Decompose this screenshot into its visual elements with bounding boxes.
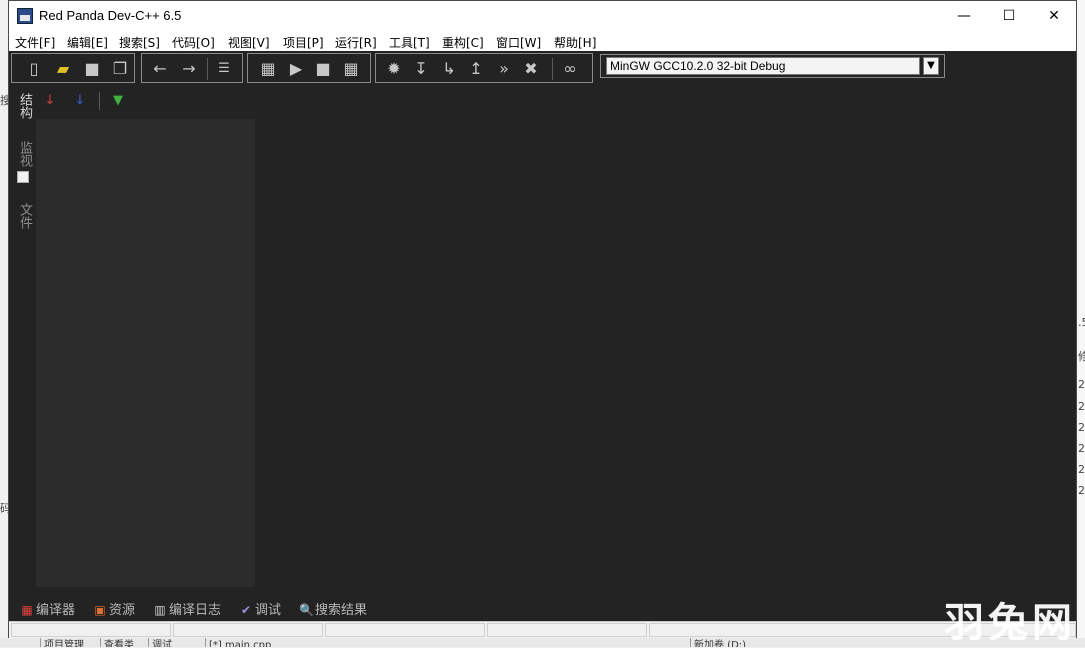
- status-bar: [9, 621, 1076, 639]
- bg-fragment: 2: [1078, 442, 1085, 455]
- status-cell: [487, 623, 647, 637]
- stop-icon[interactable]: ■: [311, 57, 335, 81]
- run-play-icon[interactable]: ▶: [284, 57, 308, 81]
- add-watch-glasses-icon[interactable]: ∞: [558, 57, 582, 81]
- bg-fragment: 2: [1078, 484, 1085, 497]
- toolbar-separator: [99, 92, 100, 110]
- open-folder-icon[interactable]: ▰: [51, 57, 75, 81]
- watermark-text: 羽兔网: [944, 600, 1076, 646]
- sort-alpha-icon[interactable]: ↓: [70, 91, 90, 111]
- bg-fragment: 2: [1078, 378, 1085, 391]
- side-tab-structure[interactable]: 结构: [12, 93, 34, 119]
- step-into-icon[interactable]: ↳: [437, 57, 461, 81]
- close-button[interactable]: ✕: [1031, 1, 1077, 31]
- app-icon: [17, 8, 33, 24]
- menu-edit[interactable]: 编辑[E]: [67, 34, 108, 51]
- undo-arrow-icon[interactable]: ←: [148, 57, 172, 81]
- menu-project[interactable]: 项目[P]: [283, 34, 324, 51]
- rebuild-icon[interactable]: ▦: [339, 57, 363, 81]
- minimize-button[interactable]: —: [941, 1, 987, 31]
- show-inherited-icon[interactable]: ▼: [108, 91, 128, 111]
- status-cell: [11, 623, 171, 637]
- menu-code[interactable]: 代码[O]: [172, 34, 215, 51]
- bottom-tab-bar: ▦ 编译器 ▣ 资源 ▥ 编译日志 ✔ 调试 🔍搜索结果: [9, 597, 1076, 619]
- edit-toolbar-group: ← → ☰: [141, 53, 243, 83]
- sort-by-type-icon[interactable]: ↓: [40, 91, 60, 111]
- bg-fragment: 2: [1078, 463, 1085, 476]
- status-cell: [325, 623, 485, 637]
- compiler-set-select[interactable]: MinGW GCC10.2.0 32-bit Debug: [606, 57, 920, 75]
- structure-toolbar: ↓ ↓ ▼: [36, 89, 266, 115]
- structure-panel: [36, 119, 255, 587]
- bg-tab: [*] main.cpp: [205, 638, 289, 647]
- debug-bug-icon[interactable]: ✹: [382, 57, 406, 81]
- maximize-button[interactable]: ☐: [986, 1, 1032, 31]
- chevron-down-icon[interactable]: ▼: [923, 57, 939, 75]
- menu-run[interactable]: 运行[R]: [335, 34, 377, 51]
- bg-tab: 查看类: [100, 638, 148, 647]
- save-all-icon[interactable]: ❐: [108, 57, 132, 81]
- bg-tab: 新加卷 (D:): [690, 638, 784, 647]
- menu-view[interactable]: 视图[V]: [228, 34, 270, 51]
- background-tab-strip: 项目管理 查看类 调试 [*] main.cpp 新加卷 (D:): [0, 638, 1085, 647]
- redo-arrow-icon[interactable]: →: [177, 57, 201, 81]
- status-cell: [173, 623, 323, 637]
- compiler-icon: ▦: [21, 603, 33, 617]
- checkmark-icon: ✔: [240, 603, 252, 617]
- watch-window-icon: [17, 171, 29, 183]
- side-tab-watch[interactable]: 监视: [12, 141, 34, 167]
- bg-tab: 调试: [148, 638, 192, 647]
- continue-icon[interactable]: »: [492, 57, 516, 81]
- compiler-toolbar-group: MinGW GCC10.2.0 32-bit Debug ▼: [600, 54, 945, 78]
- menu-help[interactable]: 帮助[H]: [554, 34, 596, 51]
- toolbar-separator: [552, 58, 553, 80]
- compile-icon[interactable]: ▦: [256, 57, 280, 81]
- side-tab-files[interactable]: 文件: [12, 203, 34, 229]
- save-icon[interactable]: ■: [80, 57, 104, 81]
- format-code-icon[interactable]: ☰: [212, 57, 236, 81]
- tab-resources[interactable]: ▣ 资源: [93, 599, 135, 618]
- main-window: Red Panda Dev-C++ 6.5 — ☐ ✕ 文件[F] 编辑[E] …: [8, 0, 1077, 639]
- step-out-icon[interactable]: ↥: [464, 57, 488, 81]
- bg-fragment: 2: [1078, 400, 1085, 413]
- stop-debug-x-icon[interactable]: ✖: [519, 57, 543, 81]
- compile-toolbar-group: ▦ ▶ ■ ▦: [247, 53, 371, 83]
- new-file-icon[interactable]: ▯: [22, 57, 46, 81]
- step-over-icon[interactable]: ↧: [409, 57, 433, 81]
- tab-debug[interactable]: ✔ 调试: [239, 599, 281, 618]
- menu-window[interactable]: 窗口[W]: [496, 34, 541, 51]
- search-doc-icon: 🔍: [299, 603, 314, 617]
- menu-refactor[interactable]: 重构[C]: [442, 34, 484, 51]
- background-window-edge: .5 修 2 2 2 2 2 2: [1077, 0, 1085, 638]
- menu-tools[interactable]: 工具[T]: [389, 34, 430, 51]
- bg-tab: 项目管理: [40, 638, 96, 647]
- toolbar-separator: [207, 58, 208, 80]
- tab-compile-log[interactable]: ▥ 编译日志: [153, 599, 221, 618]
- debug-toolbar-group: ✹ ↧ ↳ ↥ » ✖ ∞: [375, 53, 593, 83]
- tab-search-results[interactable]: 🔍搜索结果: [299, 599, 367, 618]
- title-bar[interactable]: Red Panda Dev-C++ 6.5 — ☐ ✕: [9, 1, 1076, 31]
- file-toolbar-group: ▯ ▰ ■ ❐: [11, 53, 135, 83]
- menu-bar: 文件[F] 编辑[E] 搜索[S] 代码[O] 视图[V] 项目[P] 运行[R…: [9, 31, 1076, 51]
- menu-search[interactable]: 搜索[S]: [119, 34, 160, 51]
- resources-icon: ▣: [94, 603, 106, 617]
- bg-fragment: .5: [1078, 316, 1085, 329]
- window-title: Red Panda Dev-C++ 6.5: [39, 8, 182, 23]
- menu-file[interactable]: 文件[F]: [15, 34, 55, 51]
- bar-chart-icon: ▥: [154, 603, 166, 617]
- tab-compiler[interactable]: ▦ 编译器: [20, 599, 75, 618]
- bg-fragment: 修: [1078, 350, 1085, 363]
- bg-fragment: 2: [1078, 421, 1085, 434]
